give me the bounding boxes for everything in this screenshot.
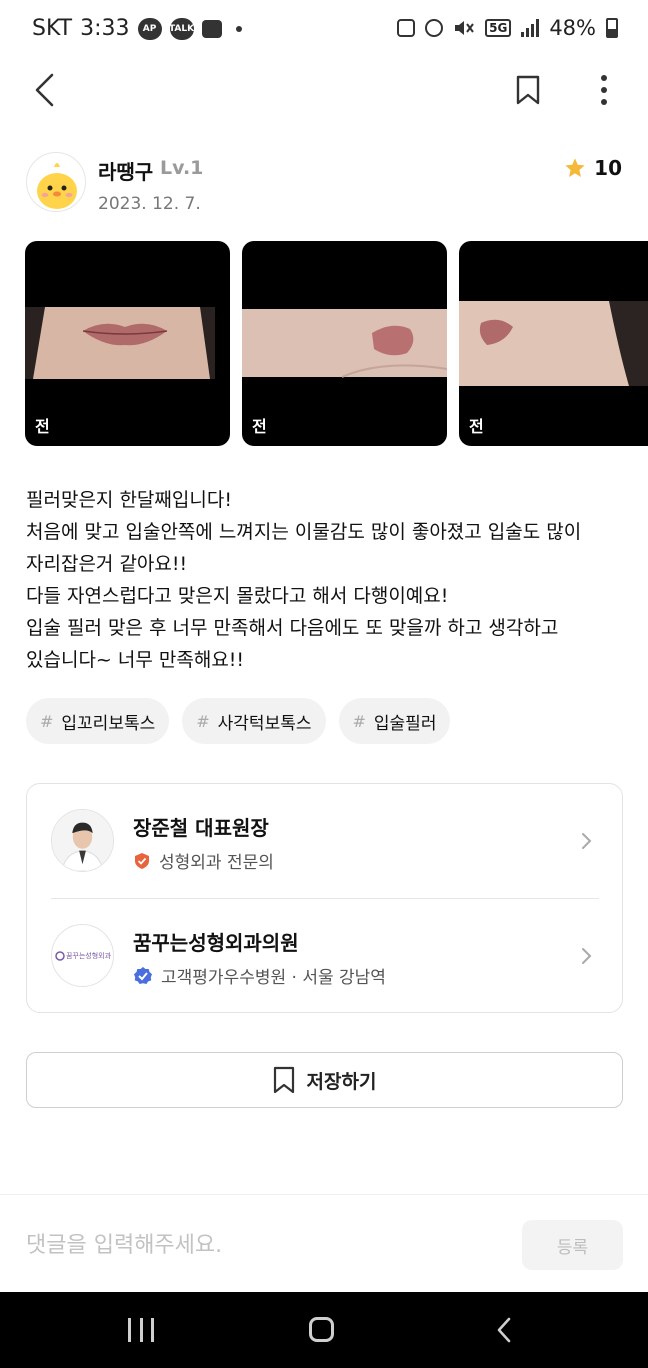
doctor-photo-icon: [52, 810, 113, 871]
app-bar: [0, 62, 648, 118]
comment-input[interactable]: [26, 1225, 506, 1265]
alarm-icon: [425, 19, 444, 37]
review-line: 처음에 맞고 입술안쪽에 느껴지는 이물감도 많이 좋아졌고 입술도 많이: [26, 521, 582, 543]
hospital-logo-text: 꿈꾸는성형외과: [65, 951, 112, 960]
hashtag-chip[interactable]: # 입꼬리보톡스: [26, 698, 170, 744]
save-button[interactable]: 저장하기: [26, 1052, 623, 1108]
hospital-info-label: 고객평가우수병원 · 서울 강남역: [161, 968, 386, 988]
hashtag-chip[interactable]: # 입술필러: [338, 698, 451, 744]
review-line: 입술 필러 맞은 후 너무 만족해서 다음에도 또 맞을까 하고 생각하고: [26, 617, 559, 639]
doctor-hospital-card: 장준철 대표원장 성형외과 전문의 꿈꾸는성형외과 꿈꾸는성형외과의원 고객평가: [26, 783, 623, 1013]
more-vertical-icon: [601, 75, 607, 105]
more-notifications-dot-icon: [235, 25, 242, 32]
hash-icon: #: [40, 711, 54, 731]
save-button-label: 저장하기: [306, 1070, 377, 1093]
hash-icon: #: [352, 711, 366, 731]
message-icon: [201, 19, 222, 38]
verified-badge-icon: [134, 966, 152, 984]
bookmark-icon: [516, 75, 540, 105]
hospital-logo-icon: [55, 950, 65, 961]
review-line: 자리잡은거 같아요!!: [26, 553, 188, 575]
review-photo[interactable]: 전: [459, 241, 648, 446]
hospital-name: 꿈꾸는성형외과의원: [133, 931, 299, 955]
photo-label: 전: [469, 417, 484, 436]
star-icon: [565, 158, 585, 177]
kakaotalk-icon: TALK: [169, 17, 194, 40]
home-button[interactable]: [309, 1317, 334, 1342]
review-line: 필러맞은지 한달째입니다!: [26, 489, 232, 511]
chick-avatar-icon: [37, 163, 77, 209]
doctor-avatar: [51, 809, 114, 872]
doctor-row[interactable]: 장준철 대표원장 성형외과 전문의: [27, 784, 622, 898]
hashtag-label: 입술필러: [373, 713, 437, 734]
doctor-specialty: 성형외과 전문의: [133, 848, 274, 873]
photo-carousel[interactable]: 전 전 전: [25, 241, 648, 446]
author-name[interactable]: 라땡구: [98, 156, 153, 185]
author-level: Lv.1: [160, 157, 204, 179]
review-text: 필러맞은지 한달째입니다! 처음에 맞고 입술안쪽에 느껴지는 이물감도 많이 …: [26, 484, 624, 676]
hashtag-label: 입꼬리보톡스: [61, 713, 156, 734]
status-bar: SKT 3:33 AP TALK 5G 48%: [0, 0, 648, 62]
rating-value: 10: [594, 156, 622, 180]
signal-icon: [521, 19, 540, 37]
review-author: 라땡구 Lv.1 2023. 12. 7. 10: [26, 152, 624, 214]
network-5g-icon: 5G: [485, 19, 512, 37]
chevron-right-icon: [582, 948, 592, 964]
hospital-info: 고객평가우수병원 · 서울 강남역: [133, 963, 386, 988]
chevron-right-icon: [582, 833, 592, 849]
comment-bar: 등록: [0, 1194, 648, 1292]
hashtag-list: # 입꼬리보톡스 # 사각턱보톡스 # 입술필러: [26, 698, 451, 744]
review-line: 다들 자연스럽다고 맞은지 몰랐다고 해서 다행이예요!: [26, 585, 449, 607]
submit-comment-button[interactable]: 등록: [522, 1220, 623, 1270]
review-line: 있습니다~ 너무 만족해요!!: [26, 649, 245, 671]
bookmark-button[interactable]: [512, 72, 544, 108]
recycle-icon: [397, 19, 416, 37]
back-button[interactable]: [26, 70, 62, 110]
author-avatar[interactable]: [26, 152, 86, 212]
hashtag-chip[interactable]: # 사각턱보톡스: [182, 698, 326, 744]
review-rating: 10: [564, 156, 622, 180]
doctor-name: 장준철 대표원장: [133, 816, 269, 840]
more-options-button[interactable]: [588, 70, 620, 110]
bookmark-icon: [273, 1066, 294, 1094]
review-photo[interactable]: 전: [242, 241, 447, 446]
hospital-logo: 꿈꾸는성형외과: [51, 924, 114, 987]
hash-icon: #: [196, 711, 210, 731]
photo-label: 전: [252, 417, 267, 436]
status-right: 5G 48%: [397, 16, 618, 40]
system-back-button[interactable]: [494, 1316, 514, 1344]
chevron-left-icon: [35, 73, 54, 107]
before-photo-image: [459, 301, 648, 386]
ap-app-icon: AP: [137, 17, 162, 40]
carrier-label: SKT: [32, 16, 73, 41]
review-date: 2023. 12. 7.: [98, 194, 201, 214]
hospital-row[interactable]: 꿈꾸는성형외과 꿈꾸는성형외과의원 고객평가우수병원 · 서울 강남역: [27, 899, 622, 1013]
system-nav-bar: [0, 1292, 648, 1368]
hashtag-label: 사각턱보톡스: [217, 713, 312, 734]
battery-icon: [606, 18, 618, 38]
recent-apps-button[interactable]: [128, 1318, 154, 1342]
doctor-specialty-label: 성형외과 전문의: [159, 853, 274, 873]
review-photo[interactable]: 전: [25, 241, 230, 446]
mute-icon: [455, 21, 474, 35]
before-photo-image: [242, 309, 447, 378]
photo-label: 전: [35, 417, 50, 436]
battery-percent: 48%: [549, 16, 596, 40]
clock-label: 3:33: [80, 16, 130, 41]
specialist-badge-icon: [135, 852, 149, 869]
before-photo-image: [25, 307, 215, 379]
status-left: SKT 3:33 AP TALK: [32, 16, 242, 41]
